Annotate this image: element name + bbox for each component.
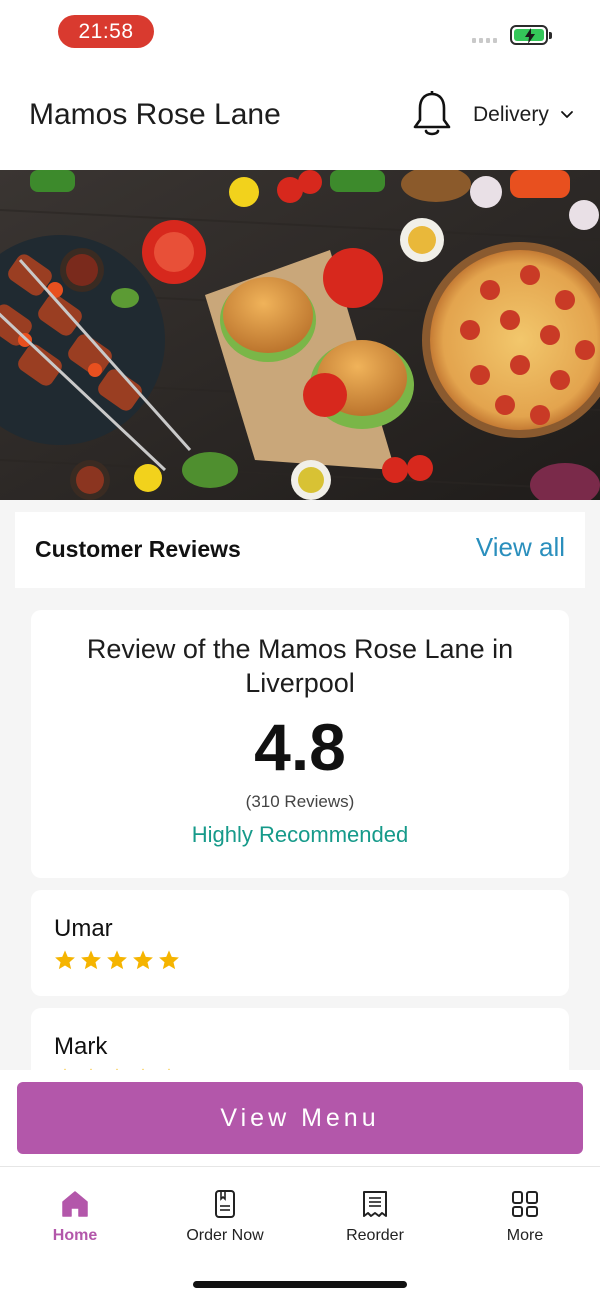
star-rating [54,1067,180,1070]
grid-icon [512,1191,538,1217]
review-card[interactable]: Mark [31,1008,569,1070]
summary-recommendation: Highly Recommended [191,822,409,847]
tab-more[interactable]: More [465,1189,585,1245]
tab-home[interactable]: Home [15,1189,135,1245]
bottom-tab-bar: Home Order Now Reorder More [0,1166,600,1298]
summary-score: 4.8 [254,710,346,784]
reviewer-name: Umar [54,915,113,942]
tab-more-label: More [506,1227,544,1244]
summary-review-count: (310 Reviews) [245,792,355,811]
star-icon [107,950,127,970]
star-icon [142,1068,144,1070]
reviews-header: Customer Reviews View all [15,512,585,588]
hero-food-image [0,170,600,500]
status-bar: 21:58 [0,0,600,64]
order-icon [215,1190,235,1218]
tab-reorder-label: Reorder [346,1227,404,1244]
tab-order-now[interactable]: Order Now [165,1189,285,1245]
star-icon [168,1068,170,1070]
star-icon [81,950,101,970]
review-card[interactable]: Umar [31,890,569,996]
delivery-mode-label: Delivery [473,103,549,126]
star-icon [159,950,179,970]
reviews-title: Customer Reviews [35,536,241,562]
status-time: 21:58 [58,15,154,48]
star-icon [55,950,75,970]
star-icon [90,1068,92,1070]
bell-icon[interactable] [411,90,453,138]
signal-icon [472,38,497,43]
review-summary-card: Review of the Mamos Rose Lane in Liverpo… [31,610,569,878]
tab-reorder[interactable]: Reorder [315,1189,435,1245]
star-icon [64,1068,66,1070]
view-menu-button[interactable]: View Menu [17,1082,583,1154]
reviews-section: Customer Reviews View all Review of the … [0,500,600,1070]
star-rating [54,949,180,971]
star-icon [133,950,153,970]
delivery-mode-select[interactable]: Delivery [473,103,575,127]
chevron-down-icon [560,111,573,118]
reviewer-name: Mark [54,1033,108,1060]
store-title: Mamos Rose Lane [29,98,281,131]
home-indicator [193,1281,407,1288]
receipt-icon [363,1191,387,1217]
view-all-link[interactable]: View all [476,532,565,563]
star-icon [116,1068,118,1070]
battery-icon [510,25,552,45]
app-header: Mamos Rose Lane Delivery [0,64,600,164]
tab-home-label: Home [52,1227,98,1244]
tab-order-now-label: Order Now [186,1227,264,1244]
summary-title: Review of the Mamos Rose Lane in Liverpo… [86,634,514,698]
home-icon [62,1191,88,1217]
